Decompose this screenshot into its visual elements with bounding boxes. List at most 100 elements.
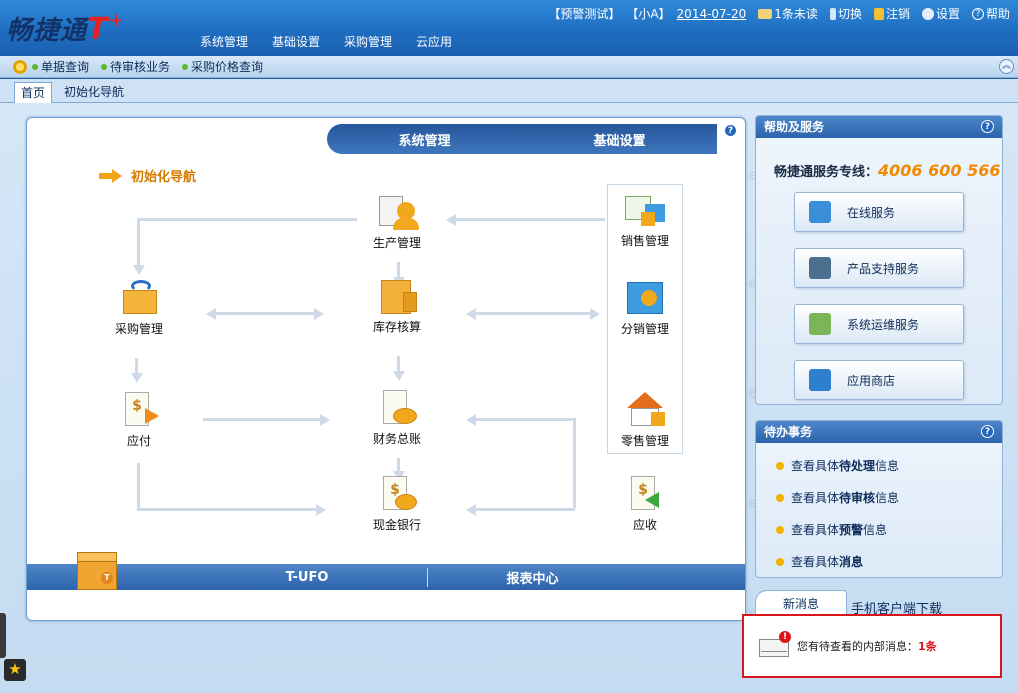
- gear-icon[interactable]: [12, 58, 28, 75]
- app-logo: 畅捷通T+: [6, 10, 125, 47]
- help-services-panel: 帮助及服务 ? 畅捷通服务专线：4006 600 566 在线服务 产品支持服务…: [755, 115, 1003, 405]
- flow-arrow: [573, 418, 576, 508]
- todo-messages-link[interactable]: 查看具体 消息: [776, 553, 863, 570]
- help-button[interactable]: ? 帮助: [966, 5, 1010, 22]
- settings-button[interactable]: 设置: [916, 5, 960, 22]
- menu-cloud-apps[interactable]: 云应用: [404, 33, 464, 50]
- panel-tab-strip: 系统管理 基础设置: [327, 124, 717, 154]
- flow-arrow: [466, 308, 478, 320]
- flow-arrow: [475, 308, 600, 320]
- flow-arrow: [137, 218, 357, 221]
- todo-warning-link[interactable]: 查看具体 预警 信息: [776, 521, 887, 538]
- help-icon[interactable]: ?: [981, 425, 994, 438]
- ledger-icon: [375, 388, 419, 428]
- ops-person-icon: [809, 313, 831, 335]
- user-name: 【小A】: [626, 7, 671, 21]
- bullet-icon: [32, 63, 38, 70]
- sales-icon: [623, 190, 667, 230]
- chat-icon: [809, 201, 831, 223]
- init-navigation-panel: 系统管理 基础设置 ? 初始化导航 生产管理 销售管理 采购管理 库存核算 分销…: [26, 117, 746, 621]
- panel-tab-basic-settings[interactable]: 基础设置: [522, 130, 717, 149]
- init-navigation-heading: 初始化导航: [99, 166, 196, 185]
- account-name: 【预警测试】: [548, 7, 621, 21]
- node-inventory-accounting[interactable]: 库存核算: [359, 276, 435, 335]
- flow-arrow: [206, 308, 218, 320]
- page-tabs: 首页 初始化导航: [0, 79, 1018, 103]
- logout-button[interactable]: 注销: [868, 5, 910, 22]
- user-toolbar: 【预警测试】 【小A】 2014-07-20 1条未读 切换 注销 设置 ? 帮…: [542, 5, 1010, 22]
- app-store-button[interactable]: 应用商店: [794, 360, 964, 400]
- quick-link-purchase-price-query[interactable]: 采购价格查询: [182, 58, 263, 75]
- payable-icon: $: [117, 390, 161, 430]
- unread-messages-button[interactable]: 1条未读: [752, 5, 818, 22]
- monitor-icon: [809, 257, 831, 279]
- envelope-alert-icon: !: [759, 631, 791, 657]
- top-menu: 系统管理 基础设置 采购管理 云应用: [188, 33, 464, 50]
- switch-icon: [829, 7, 836, 20]
- menu-purchase-management[interactable]: 采购管理: [332, 33, 404, 50]
- tufo-box-icon[interactable]: T: [75, 552, 123, 594]
- switch-button[interactable]: 切换: [824, 5, 862, 22]
- system-ops-button[interactable]: 系统运维服务: [794, 304, 964, 344]
- flow-arrow: [203, 414, 330, 426]
- cash-bank-icon: $: [375, 474, 419, 514]
- todo-pending-link[interactable]: 查看具体 待处理 信息: [776, 457, 899, 474]
- menu-system-management[interactable]: 系统管理: [188, 33, 260, 50]
- flow-arrow: [393, 458, 405, 481]
- flow-arrow: [133, 218, 145, 275]
- node-sales-management[interactable]: 销售管理: [607, 190, 683, 249]
- bullet-icon: [101, 63, 108, 70]
- quick-link-pending-approval[interactable]: 待审核业务: [101, 58, 170, 75]
- todo-panel: 待办事务 ? 查看具体 待处理 信息 查看具体 待审核 信息 查看具体 预警 信息 查看具体…: [755, 420, 1003, 578]
- side-panel-grip[interactable]: [0, 613, 6, 658]
- workspace: 电话: 400-665-0028 电话: 400-665-0028 电话: 40…: [0, 103, 1018, 693]
- node-cash-bank[interactable]: $ 现金银行: [359, 474, 435, 533]
- retail-icon: [623, 390, 667, 430]
- unread-count: 1条未读: [774, 7, 818, 21]
- flow-arrow: [137, 463, 140, 511]
- settings-icon: [921, 7, 934, 20]
- envelope-icon: [758, 8, 773, 19]
- product-support-button[interactable]: 产品支持服务: [794, 248, 964, 288]
- notification-text: 您有待查看的内部消息：: [797, 640, 918, 653]
- tufo-link[interactable]: T-UFO: [207, 570, 407, 585]
- node-production-management[interactable]: 生产管理: [359, 192, 435, 251]
- collapse-up-icon[interactable]: ︽: [999, 59, 1014, 74]
- tab-init-navigation[interactable]: 初始化导航: [58, 82, 130, 103]
- flow-arrow: [131, 358, 143, 383]
- service-hotline: 畅捷通服务专线：4006 600 566: [774, 161, 1001, 180]
- bullet-icon: [776, 461, 784, 470]
- tab-home[interactable]: 首页: [14, 82, 53, 103]
- node-general-ledger[interactable]: 财务总账: [359, 388, 435, 447]
- tab-new-messages[interactable]: 新消息: [755, 590, 847, 616]
- bullet-icon: [776, 493, 784, 502]
- todo-approval-link[interactable]: 查看具体 待审核 信息: [776, 489, 899, 506]
- help-services-header: 帮助及服务 ?: [756, 116, 1002, 138]
- store-icon: [809, 369, 831, 391]
- quick-link-document-query[interactable]: 单据查询: [32, 58, 89, 75]
- inventory-icon: [375, 276, 419, 316]
- quick-toolbar: 单据查询 待审核业务 采购价格查询 ︽: [0, 56, 1018, 78]
- panel-help-icon[interactable]: ?: [724, 124, 737, 137]
- favorites-star-icon[interactable]: ★: [4, 659, 26, 681]
- flow-arrow: [137, 504, 326, 516]
- report-bar: T-UFO 报表中心: [27, 564, 745, 590]
- online-service-button[interactable]: 在线服务: [794, 192, 964, 232]
- bullet-icon: [776, 557, 784, 566]
- help-icon[interactable]: ?: [981, 120, 994, 133]
- message-notification-popup[interactable]: ! 您有待查看的内部消息： 1条: [742, 614, 1002, 678]
- node-payable[interactable]: $ 应付: [101, 390, 177, 449]
- receivable-icon: $: [623, 474, 667, 514]
- report-center-link[interactable]: 报表中心: [427, 567, 637, 587]
- node-receivable[interactable]: $ 应收: [607, 474, 683, 533]
- node-purchase-management[interactable]: 采购管理: [101, 278, 177, 337]
- node-distribution-management[interactable]: 分销管理: [607, 278, 683, 337]
- current-date[interactable]: 2014-07-20: [677, 7, 747, 21]
- node-retail-management[interactable]: 零售管理: [607, 390, 683, 449]
- panel-tab-system-management[interactable]: 系统管理: [327, 130, 522, 149]
- flow-arrow: [215, 308, 324, 320]
- menu-basic-settings[interactable]: 基础设置: [260, 33, 332, 50]
- purchase-icon: [117, 278, 161, 318]
- help-icon: ?: [971, 7, 984, 20]
- distribution-icon: [623, 278, 667, 318]
